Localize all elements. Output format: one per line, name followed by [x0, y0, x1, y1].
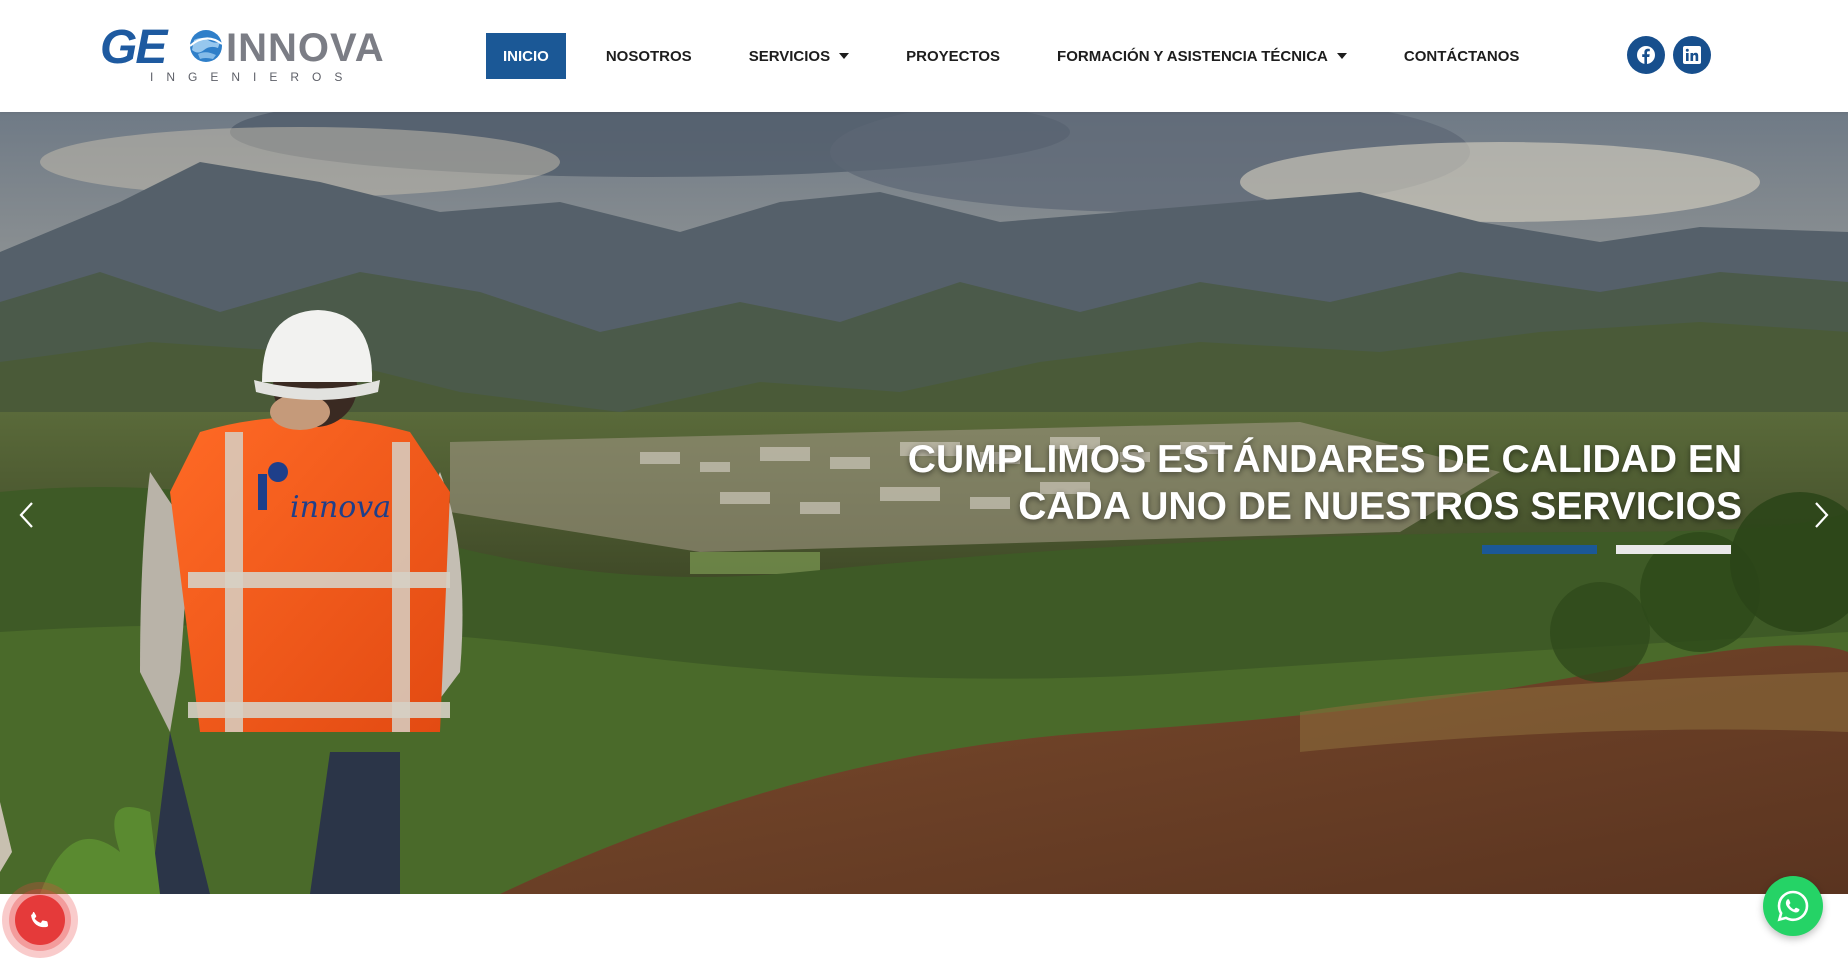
logo-wordmark-ge: GE — [100, 21, 167, 74]
caret-down-icon — [839, 53, 850, 59]
slider-next-button[interactable] — [1802, 485, 1842, 545]
slide-dot-1[interactable] — [1482, 545, 1597, 554]
nav-item-inicio[interactable]: INICIO — [486, 33, 566, 79]
nav-item-contactanos[interactable]: CONTÁCTANOS — [1387, 33, 1537, 79]
logo-subtitle: INGENIEROS — [150, 70, 356, 84]
nav-item-label: FORMACIÓN Y ASISTENCIA TÉCNICA — [1057, 47, 1328, 65]
chevron-left-icon — [19, 502, 33, 528]
hero-slider: innova CUMPLIMOS ESTÁNDARES DE CALIDAD E… — [0, 112, 1848, 894]
slider-prev-button[interactable] — [6, 485, 46, 545]
site-logo[interactable]: GE INNOVA INGENIEROS — [100, 21, 384, 88]
hero-title-line-2: CADA UNO DE NUESTROS SERVICIOS — [1018, 485, 1742, 528]
phone-icon — [31, 912, 49, 928]
chevron-right-icon — [1815, 502, 1829, 528]
nav-item-label: NOSOTROS — [605, 47, 692, 65]
nav-item-nosotros[interactable]: NOSOTROS — [589, 33, 709, 79]
facebook-icon — [1637, 46, 1655, 64]
hero-title: CUMPLIMOS ESTÁNDARES DE CALIDAD EN CADA … — [882, 436, 1742, 530]
site-header: GE INNOVA INGENIEROS INICIO NOSOTROS SER… — [0, 0, 1848, 112]
nav-item-formacion[interactable]: FORMACIÓN Y ASISTENCIA TÉCNICA — [1040, 33, 1364, 79]
main-nav: INICIO NOSOTROS SERVICIOS PROYECTOS FORM… — [486, 33, 1559, 79]
call-button-circle — [15, 895, 65, 945]
linkedin-icon — [1683, 46, 1701, 64]
slide-dot-2[interactable] — [1616, 545, 1731, 554]
hero-title-line-1: CUMPLIMOS ESTÁNDARES DE CALIDAD EN — [907, 438, 1742, 481]
social-links — [1627, 36, 1711, 74]
nav-item-proyectos[interactable]: PROYECTOS — [889, 33, 1017, 79]
logo-wordmark-innova: INNOVA — [226, 26, 385, 70]
linkedin-link[interactable] — [1673, 36, 1711, 74]
slider-pagination — [1482, 545, 1731, 554]
whatsapp-icon — [1777, 890, 1809, 922]
nav-item-label: CONTÁCTANOS — [1403, 47, 1520, 65]
globe-icon — [189, 30, 223, 62]
facebook-link[interactable] — [1627, 36, 1665, 74]
nav-item-label: INICIO — [503, 47, 549, 65]
floating-whatsapp-button[interactable] — [1763, 876, 1823, 936]
nav-item-label: SERVICIOS — [748, 47, 831, 65]
nav-item-servicios[interactable]: SERVICIOS — [732, 33, 866, 79]
vest-logo-text: innova — [290, 490, 391, 525]
caret-down-icon — [1336, 53, 1347, 59]
floating-call-button[interactable] — [2, 882, 78, 958]
nav-item-label: PROYECTOS — [906, 47, 1001, 65]
